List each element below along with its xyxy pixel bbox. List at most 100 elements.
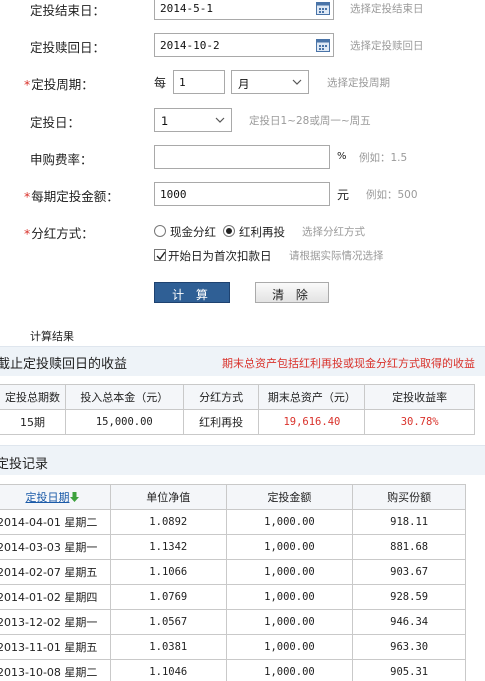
record-amount: 1,000.00 <box>225 509 354 535</box>
record-date: 2014-02-07 星期五 <box>0 559 111 585</box>
record-nav: 1.1342 <box>109 534 227 560</box>
dividend-reinvest-label[interactable]: 红利再投 <box>239 224 285 240</box>
start-check-label[interactable]: 开始日为首次扣款日 <box>168 248 272 264</box>
amount-input[interactable]: 1000 <box>154 182 330 206</box>
amount-label: *每期定投金额： <box>24 189 119 204</box>
chevron-down-icon <box>215 117 225 123</box>
record-date: 2014-04-01 星期二 <box>0 509 111 535</box>
record-date: 2014-01-02 星期四 <box>0 584 111 610</box>
period-hint: 选择定投周期 <box>327 77 390 89</box>
redeem-date-value: 2014-10-2 <box>160 39 220 52</box>
end-date-row: 定投结束日： 2014-5-1 选择定投结束日 <box>0 0 485 22</box>
record-date: 2013-12-02 星期一 <box>0 609 111 635</box>
fee-rate-row: 申购费率： % 例如：1.5 <box>0 145 485 171</box>
record-shares: 928.59 <box>352 584 466 610</box>
record-shares: 946.34 <box>352 609 466 635</box>
fee-rate-hint: 例如：1.5 <box>359 152 408 164</box>
record-amount: 1,000.00 <box>225 634 354 660</box>
required-mark: * <box>24 226 31 241</box>
day-select[interactable]: 1 <box>154 108 232 132</box>
record-date: 2013-10-08 星期二 <box>0 659 111 681</box>
chevron-down-icon <box>292 79 302 85</box>
record-header-date[interactable]: 定投日期 <box>0 484 111 510</box>
table-row: 2013-10-08 星期二 1.1046 1,000.00 905.31 <box>0 659 466 681</box>
record-shares: 903.67 <box>352 559 466 585</box>
record-shares: 881.68 <box>352 534 466 560</box>
end-date-hint: 选择定投结束日 <box>350 3 424 15</box>
end-date-value: 2014-5-1 <box>160 2 213 15</box>
record-shares: 963.30 <box>352 634 466 660</box>
record-nav: 1.0892 <box>109 509 227 535</box>
summary-principal: 15,000.00 <box>64 409 184 435</box>
period-unit-value: 月 <box>238 77 250 91</box>
record-shares: 905.31 <box>352 659 466 681</box>
record-header-cell: 定投金额 <box>225 484 354 510</box>
day-label: 定投日： <box>30 115 81 130</box>
dividend-row: *分红方式： 现金分红 红利再投 选择分红方式 <box>0 219 485 245</box>
dividend-hint: 选择分红方式 <box>302 226 365 238</box>
record-amount: 1,000.00 <box>225 609 354 635</box>
record-date: 2013-11-01 星期五 <box>0 634 111 660</box>
record-header-cell: 单位净值 <box>109 484 227 510</box>
record-amount: 1,000.00 <box>225 584 354 610</box>
table-row: 2013-11-01 星期五 1.0381 1,000.00 963.30 <box>0 634 466 660</box>
record-title: 定投记录 <box>0 457 49 472</box>
record-date: 2014-03-03 星期一 <box>0 534 111 560</box>
start-check-hint: 请根据实际情况选择 <box>289 250 384 262</box>
amount-unit: 元 <box>337 188 350 202</box>
sort-by-date-link[interactable]: 定投日期 <box>25 491 69 504</box>
summary-header-cell: 期末总资产（元） <box>258 384 366 410</box>
summary-total-assets: 19,616.40 <box>258 409 366 435</box>
summary-title: 截止定投赎回日的收益 <box>0 357 128 372</box>
record-nav: 1.0769 <box>109 584 227 610</box>
checkmark-icon <box>156 251 166 261</box>
summary-dividend: 红利再投 <box>182 409 260 435</box>
fee-rate-input[interactable] <box>154 145 330 169</box>
summary-header-row: 定投总期数 投入总本金（元） 分红方式 期末总资产（元） 定投收益率 <box>0 384 475 410</box>
summary-note: 期末总资产包括红利再投或现金分红方式取得的收益 <box>222 357 475 370</box>
period-count-input[interactable]: 1 <box>173 70 225 94</box>
summary-bar: 截止定投赎回日的收益 期末总资产包括红利再投或现金分红方式取得的收益 <box>0 346 485 376</box>
summary-header-cell: 分红方式 <box>182 384 260 410</box>
record-table: 定投日期 单位净值 定投金额 购买份额 2014-04-01 星期二 1.089… <box>0 484 466 681</box>
dividend-reinvest-radio[interactable] <box>223 225 235 237</box>
record-nav: 1.0567 <box>109 609 227 635</box>
record-header-cell: 购买份额 <box>352 484 466 510</box>
end-date-input[interactable]: 2014-5-1 <box>154 0 334 20</box>
period-prefix: 每 <box>154 76 167 90</box>
fee-rate-label: 申购费率： <box>30 152 93 167</box>
summary-header-cell: 定投总期数 <box>0 384 66 410</box>
summary-header-cell: 投入总本金（元） <box>64 384 184 410</box>
required-mark: * <box>24 189 31 204</box>
dividend-label: *分红方式： <box>24 226 94 241</box>
dividend-cash-label[interactable]: 现金分红 <box>170 224 216 240</box>
amount-row: *每期定投金额： 1000 元 例如：500 <box>0 182 485 208</box>
dividend-cash-radio[interactable] <box>154 225 166 237</box>
period-unit-select[interactable]: 月 <box>231 70 309 94</box>
redeem-date-input[interactable]: 2014-10-2 <box>154 33 334 57</box>
table-row: 2014-01-02 星期四 1.0769 1,000.00 928.59 <box>0 584 466 610</box>
table-row: 2014-03-03 星期一 1.1342 1,000.00 881.68 <box>0 534 466 560</box>
day-hint: 定投日1~28或周一~周五 <box>249 115 371 127</box>
redeem-date-label: 定投赎回日： <box>30 40 106 55</box>
record-nav: 1.1066 <box>109 559 227 585</box>
redeem-date-row: 定投赎回日： 2014-10-2 选择定投赎回日 <box>0 33 485 59</box>
calendar-icon[interactable] <box>316 38 330 52</box>
clear-button[interactable]: 清 除 <box>255 282 329 303</box>
record-amount: 1,000.00 <box>225 659 354 681</box>
sort-down-arrow-icon[interactable] <box>70 492 80 502</box>
day-value: 1 <box>161 114 169 128</box>
start-date-checkbox[interactable] <box>154 249 166 261</box>
record-nav: 1.1046 <box>109 659 227 681</box>
summary-return-rate: 30.78% <box>364 409 475 435</box>
day-row: 定投日： 1 定投日1~28或周一~周五 <box>0 108 485 134</box>
table-row: 2014-02-07 星期五 1.1066 1,000.00 903.67 <box>0 559 466 585</box>
summary-table: 定投总期数 投入总本金（元） 分红方式 期末总资产（元） 定投收益率 15期 1… <box>0 384 475 435</box>
table-row: 2014-04-01 星期二 1.0892 1,000.00 918.11 <box>0 509 466 535</box>
calendar-icon[interactable] <box>316 1 330 15</box>
calculate-button[interactable]: 计 算 <box>154 282 230 303</box>
record-bar: 定投记录 <box>0 445 485 475</box>
required-mark: * <box>24 77 31 92</box>
summary-periods: 15期 <box>0 409 66 435</box>
record-shares: 918.11 <box>352 509 466 535</box>
